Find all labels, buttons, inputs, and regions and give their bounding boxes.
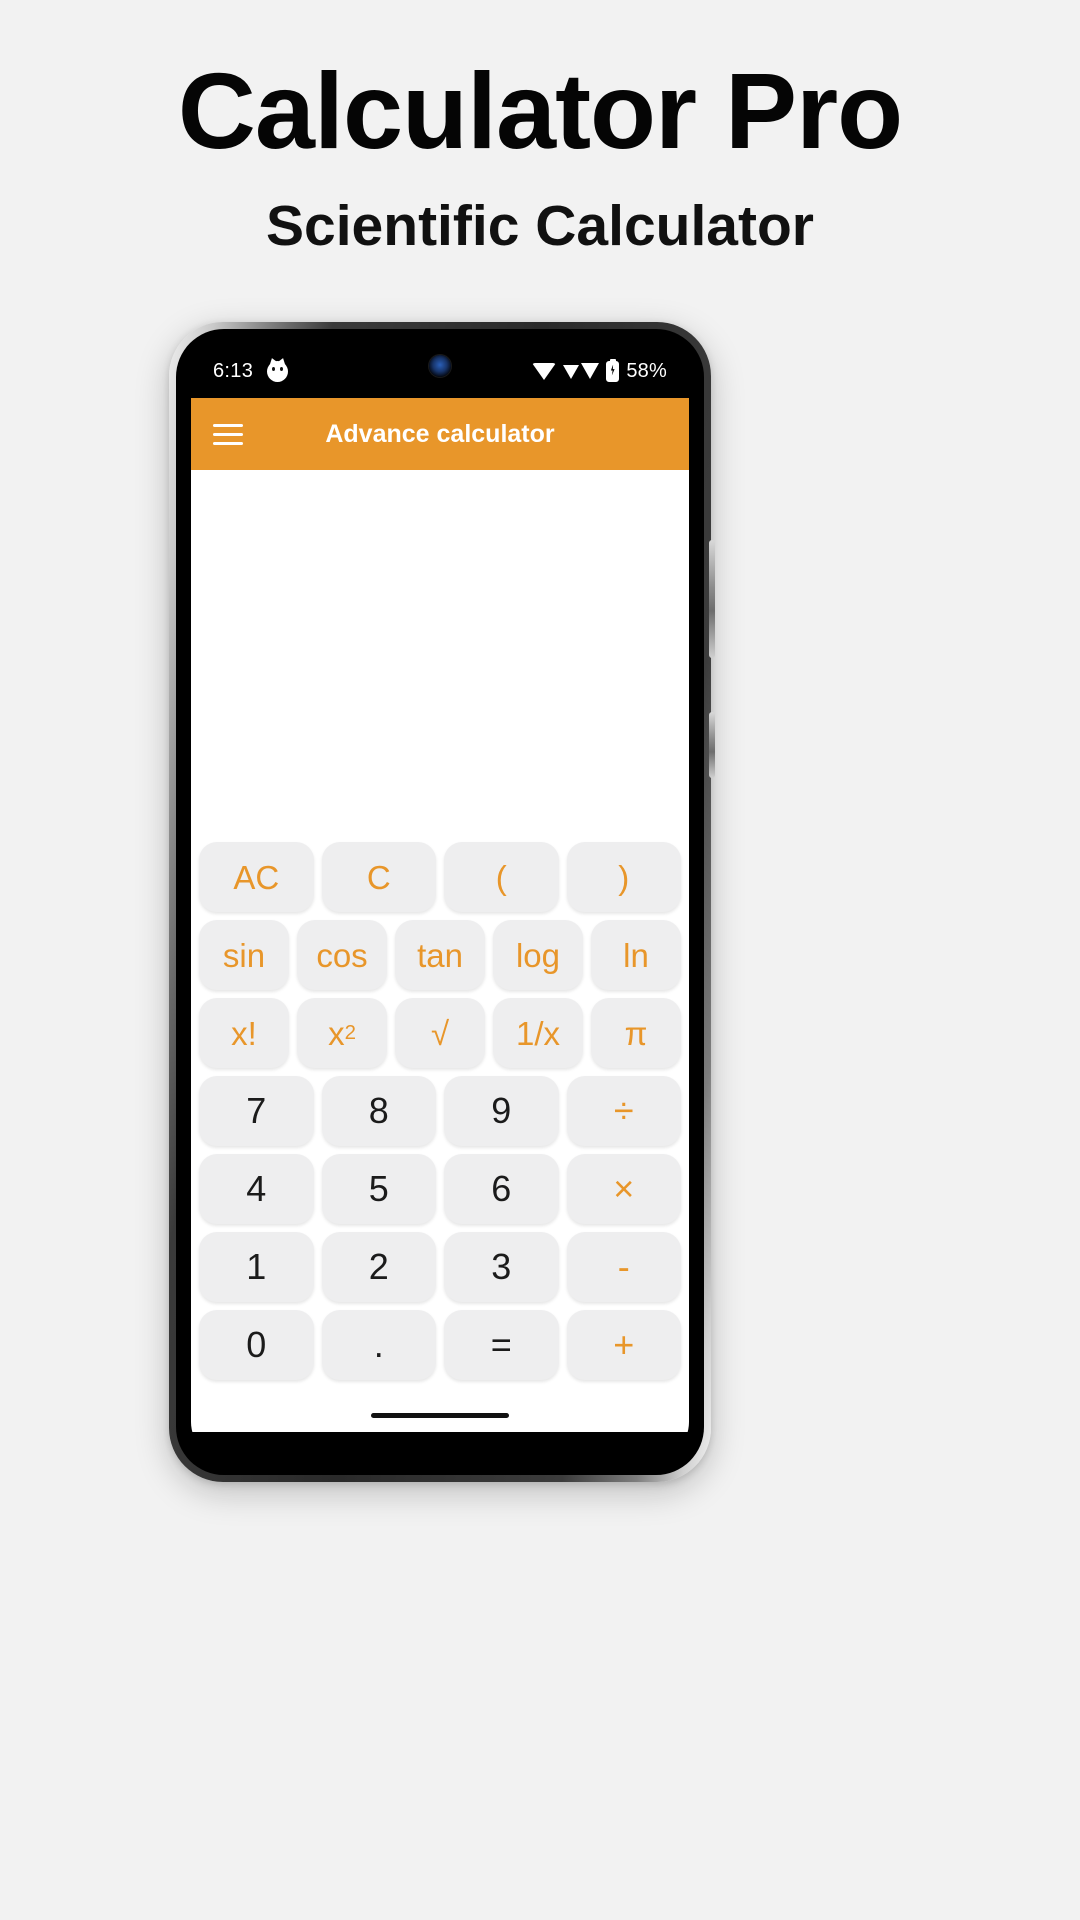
key-3[interactable]: 3	[444, 1232, 559, 1302]
key-add[interactable]: +	[566, 1310, 681, 1380]
front-camera-icon	[429, 355, 451, 377]
key-sin[interactable]: sin	[199, 920, 289, 990]
key-clear[interactable]: C	[321, 842, 436, 912]
promo-page: Calculator Pro Scientific Calculator 6:1…	[0, 0, 1080, 1920]
key-exponent-label: 2	[344, 1020, 356, 1044]
key-4[interactable]: 4	[199, 1154, 314, 1224]
key-ln[interactable]: ln	[591, 920, 681, 990]
volume-button[interactable]	[709, 540, 715, 658]
key-factorial[interactable]: x!	[199, 998, 289, 1068]
key-all-clear[interactable]: AC	[199, 842, 314, 912]
cat-face-icon	[267, 360, 289, 382]
status-time: 6:13	[213, 359, 254, 382]
gesture-navigation-bar[interactable]	[191, 1398, 689, 1432]
phone-bezel: 6:13 58% Advance calculator AC C () sin…	[176, 329, 704, 1475]
key-pi[interactable]: π	[591, 998, 681, 1068]
key-1[interactable]: 1	[199, 1232, 314, 1302]
key-square-root[interactable]: √	[395, 998, 485, 1068]
key-reciprocal[interactable]: 1/x	[493, 998, 583, 1068]
key-6[interactable]: 6	[444, 1154, 559, 1224]
key-cos[interactable]: cos	[297, 920, 387, 990]
keypad-row: 7 8 9 ÷	[199, 1076, 681, 1146]
key-5[interactable]: 5	[321, 1154, 436, 1224]
calculator-body: AC C() sin cos tan log ln x! x 2 √ 1/x π 7 8 9 ÷ 4 5 6 × 1 2 3-…	[191, 470, 689, 1398]
key-tan[interactable]: tan	[395, 920, 485, 990]
key-open-paren[interactable]: (	[444, 842, 559, 912]
key-8[interactable]: 8	[321, 1076, 436, 1146]
keypad-row: AC C()	[199, 842, 681, 912]
calculator-keypad: AC C() sin cos tan log ln x! x 2 √ 1/x π 7 8 9 ÷ 4 5 6 × 1 2 3-…	[191, 842, 689, 1388]
battery-percent-label: 58%	[626, 359, 667, 382]
key-divide[interactable]: ÷	[566, 1076, 681, 1146]
key-multiply[interactable]: ×	[566, 1154, 681, 1224]
phone-mockup: 6:13 58% Advance calculator AC C () sin…	[169, 322, 715, 1482]
key-close-paren[interactable]: )	[566, 842, 681, 912]
page-title: Calculator Pro	[177, 50, 903, 171]
key-equals[interactable]: =	[444, 1310, 559, 1380]
keypad-row: 123-	[199, 1232, 681, 1302]
key-0[interactable]: 0	[199, 1310, 314, 1380]
key-9[interactable]: 9	[444, 1076, 559, 1146]
keypad-row: 0. = +	[199, 1310, 681, 1380]
key-square[interactable]: x2	[297, 998, 387, 1068]
phone-screen: 6:13 58% Advance calculator AC C () sin…	[191, 344, 689, 1460]
keypad-row: x! x 2 √ 1/x π	[199, 998, 681, 1068]
key-7[interactable]: 7	[199, 1076, 314, 1146]
hamburger-menu-icon[interactable]	[213, 423, 243, 445]
keypad-row: 4 5 6 ×	[199, 1154, 681, 1224]
key-subtract[interactable]: -	[566, 1232, 681, 1302]
calculator-display	[191, 470, 689, 842]
wifi-icon	[532, 362, 557, 380]
keypad-row: sin cos tan log ln	[199, 920, 681, 990]
app-bar-title: Advance calculator	[325, 419, 555, 448]
status-bar: 6:13 58%	[191, 344, 689, 398]
screen-bottom-bezel	[191, 1432, 689, 1460]
key-log[interactable]: log	[493, 920, 583, 990]
page-subtitle: Scientific Calculator	[266, 194, 814, 258]
status-icons: 58%	[532, 360, 667, 383]
power-button[interactable]	[709, 712, 715, 778]
key-decimal-point[interactable]: .	[321, 1310, 436, 1380]
battery-charging-icon	[606, 360, 620, 382]
key-2[interactable]: 2	[321, 1232, 436, 1302]
cellular-signal-icon	[563, 363, 600, 379]
cat-eyes	[267, 366, 288, 371]
app-bar: Advance calculator	[191, 398, 689, 470]
